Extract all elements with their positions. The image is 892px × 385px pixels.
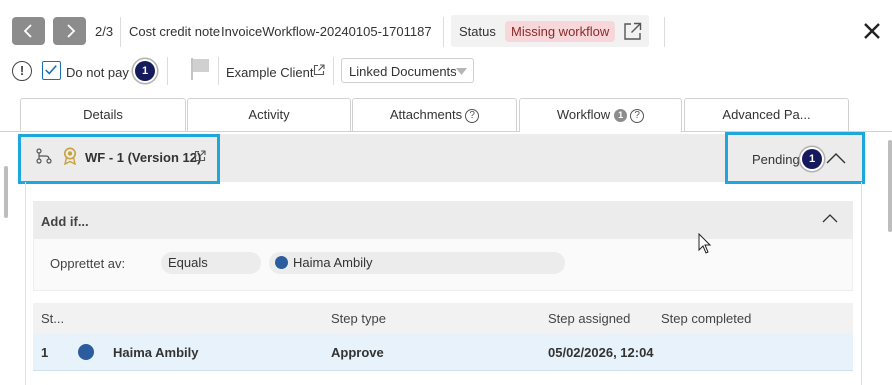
award-icon: [64, 147, 76, 165]
previous-button[interactable]: [12, 17, 45, 45]
tab-label: Details: [83, 107, 123, 122]
divider: [664, 17, 665, 47]
status-badge: Missing workflow: [505, 21, 616, 42]
flag-icon[interactable]: [190, 58, 210, 80]
divider: [333, 57, 334, 85]
tab-attachments[interactable]: Attachments?: [352, 98, 517, 131]
next-button[interactable]: [53, 17, 86, 45]
linked-documents-label: Linked Documents: [349, 64, 457, 79]
external-link-icon[interactable]: [623, 22, 642, 41]
scrollbar[interactable]: [888, 140, 892, 232]
tab-label: Attachments: [389, 107, 463, 122]
add-if-label: Add if...: [41, 214, 89, 229]
person-icon: [275, 256, 288, 269]
divider: [120, 17, 121, 47]
external-link-icon[interactable]: [194, 150, 206, 162]
linked-documents-dropdown[interactable]: Linked Documents: [341, 58, 474, 83]
tab-workflow[interactable]: Workflow 1?: [519, 98, 682, 132]
tab-label: Workflow: [556, 107, 611, 122]
mouse-cursor-icon: [698, 233, 712, 254]
step-assignee: Haima Ambily: [113, 345, 199, 360]
divider: [443, 17, 444, 47]
condition-value-text: Haima Ambily: [293, 255, 373, 270]
column-step-assigned[interactable]: Step assigned: [548, 311, 630, 326]
workflow-title[interactable]: WF - 1 (Version 12): [85, 150, 201, 165]
step-assigned: 05/02/2026, 12:04: [548, 345, 654, 360]
step-number: 1: [41, 345, 49, 360]
condition-operator[interactable]: Equals: [161, 252, 261, 274]
do-not-pay-label: Do not pay: [66, 65, 129, 80]
checkmark-icon: [45, 65, 57, 75]
workflow-status-count: 1: [802, 149, 822, 169]
person-icon: [78, 344, 94, 360]
status-label: Status: [459, 24, 496, 39]
workflow-status: Pending: [752, 152, 800, 167]
document-name: InvoiceWorkflow-20240105-1701187: [221, 24, 432, 39]
condition-field: Opprettet av:: [50, 256, 126, 271]
help-icon[interactable]: ?: [630, 108, 645, 123]
condition-value[interactable]: Haima Ambily: [269, 252, 565, 274]
tab-label: Activity: [248, 107, 290, 122]
do-not-pay-checkbox[interactable]: [42, 61, 61, 80]
client-link[interactable]: Example Client: [226, 65, 313, 80]
chevron-up-icon[interactable]: [822, 213, 838, 223]
info-icon[interactable]: !: [12, 61, 32, 81]
chevron-right-icon: [66, 24, 75, 38]
divider: [218, 57, 219, 85]
do-not-pay-count-badge: 1: [135, 61, 155, 81]
document-type: Cost credit note: [129, 24, 221, 39]
dropdown-arrow-icon: [456, 68, 467, 75]
external-link-icon[interactable]: [313, 64, 325, 76]
operator-value: Equals: [168, 255, 208, 270]
help-icon[interactable]: ?: [465, 108, 480, 123]
workflow-tree-icon: [36, 148, 52, 164]
column-step-completed[interactable]: Step completed: [661, 311, 751, 326]
tab-details[interactable]: Details: [20, 98, 186, 131]
step-type: Approve: [331, 345, 384, 360]
column-step[interactable]: St...: [41, 311, 64, 326]
tab-label: Advanced Pa...: [722, 107, 811, 122]
page-counter: 2/3: [95, 24, 114, 39]
tab-activity[interactable]: Activity: [187, 98, 351, 131]
add-if-bar[interactable]: [33, 201, 853, 239]
divider: [167, 57, 168, 85]
tab-advanced[interactable]: Advanced Pa...: [684, 98, 849, 131]
close-icon[interactable]: [861, 20, 883, 42]
chevron-left-icon: [23, 24, 32, 38]
column-step-type[interactable]: Step type: [331, 311, 386, 326]
chevron-up-icon[interactable]: [826, 152, 846, 164]
tab-count-badge: 1: [614, 109, 628, 123]
scrollbar[interactable]: [4, 166, 8, 218]
